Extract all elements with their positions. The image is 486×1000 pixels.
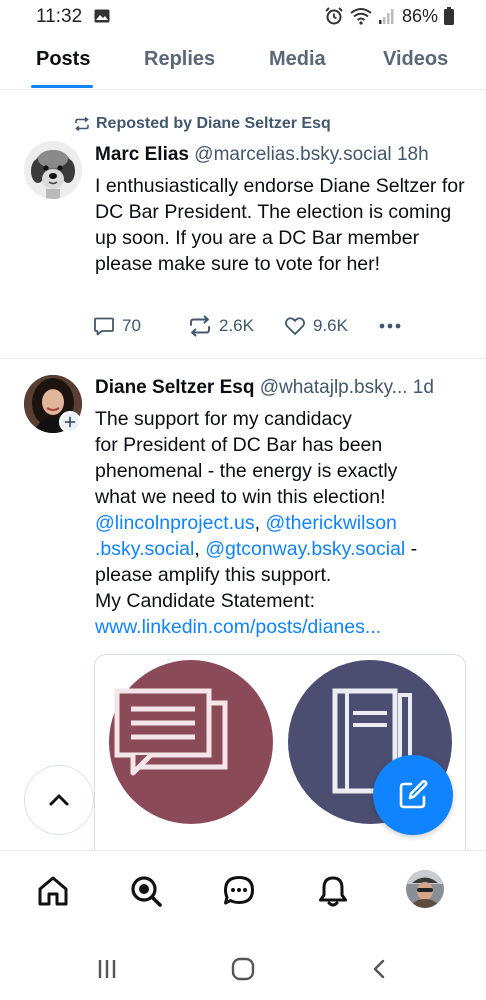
post-author: Diane Seltzer Esq @whatajlp.bsky... 1d [95, 377, 434, 399]
avatar[interactable] [24, 141, 82, 199]
author-handle[interactable]: @marcelias.bsky.social [194, 144, 391, 165]
wifi-icon [350, 8, 372, 25]
post-text-line: what we need to win this election! [95, 486, 386, 508]
mention-link[interactable]: @gtconway.bsky.social [205, 538, 405, 560]
nav-search[interactable] [126, 871, 166, 911]
tab-media[interactable]: Media [269, 48, 326, 71]
nav-notifications[interactable] [313, 871, 353, 911]
post-text-line: for President of DC Bar has been [95, 434, 383, 456]
recent-apps-button[interactable] [92, 954, 122, 984]
repost-label: Reposted by Diane Seltzer Esq [96, 115, 331, 132]
feed-post[interactable]: Reposted by Diane Seltzer Esq Marc Elias… [0, 93, 486, 359]
status-bar: 11:32 86% [0, 0, 486, 34]
dog-avatar-image [24, 141, 82, 199]
compose-post-button[interactable] [373, 755, 453, 835]
home-circle-icon [231, 957, 255, 981]
post-text-line: phenomenal - the energy is exactly [95, 460, 398, 482]
post-text-line: My Candidate Statement: [95, 590, 316, 612]
nav-chat[interactable] [219, 871, 259, 911]
post-text: The support for my candidacy for Preside… [95, 406, 470, 640]
repost-indicator: Reposted by Diane Seltzer Esq [74, 115, 331, 133]
profile-tabs: Posts Replies Media Videos [0, 34, 486, 90]
profile-avatar-icon [406, 870, 444, 908]
reply-count: 70 [122, 316, 141, 335]
heart-icon [285, 317, 305, 335]
repost-count: 2.6K [219, 316, 254, 335]
more-options-button[interactable] [377, 317, 403, 335]
battery-percent: 86% [401, 5, 438, 26]
reply-icon [94, 317, 114, 336]
bell-icon [319, 876, 347, 907]
tab-videos[interactable]: Videos [383, 48, 448, 71]
author-name[interactable]: Diane Seltzer Esq [95, 377, 254, 398]
recent-apps-icon [98, 960, 116, 978]
chat-icon [224, 876, 254, 905]
post-timestamp[interactable]: 1d [413, 377, 434, 398]
alarm-icon [325, 7, 343, 25]
home-icon [38, 876, 68, 906]
follow-badge[interactable] [59, 411, 81, 433]
post-timestamp[interactable]: 18h [397, 144, 429, 165]
author-handle[interactable]: @whatajlp.bsky... [260, 377, 408, 398]
battery-icon [444, 7, 454, 25]
mention-link-continued[interactable]: .bsky.social [95, 538, 194, 560]
post-text-line: please amplify this support. [95, 564, 332, 586]
gallery-icon [94, 9, 110, 23]
chevron-up-icon [49, 794, 69, 806]
post-text-line: @lincolnproject.us, @therickwilson [95, 510, 470, 536]
repost-icon [190, 315, 210, 337]
home-system-button[interactable] [228, 954, 258, 984]
post-text-fragment: , [254, 512, 266, 534]
search-icon [131, 876, 162, 907]
plus-icon [64, 416, 76, 428]
back-chevron-icon [373, 959, 385, 979]
post-actions: 70 2.6K 9.6K [93, 315, 413, 339]
bottom-navigation [0, 850, 486, 936]
scroll-to-top-button[interactable] [24, 765, 94, 835]
author-name[interactable]: Marc Elias [95, 144, 189, 165]
reply-button[interactable]: 70 [93, 315, 141, 337]
active-tab-indicator [31, 85, 93, 88]
nav-home[interactable] [33, 871, 73, 911]
like-button[interactable]: 9.6K [284, 315, 348, 337]
back-button[interactable] [364, 954, 394, 984]
status-time: 11:32 [36, 6, 83, 27]
repost-button[interactable]: 2.6K [188, 315, 254, 337]
post-text-line: The support for my candidacy [95, 408, 352, 430]
more-icon [379, 323, 401, 329]
tab-replies[interactable]: Replies [144, 48, 215, 71]
nav-profile[interactable] [406, 870, 444, 908]
post-text-fragment: , [194, 538, 206, 560]
system-navigation-bar [0, 936, 486, 1000]
mention-link[interactable]: @lincolnproject.us [95, 512, 255, 534]
post-text: I enthusiastically endorse Diane Seltzer… [95, 175, 465, 275]
external-link[interactable]: www.linkedin.com/posts/dianes... [95, 616, 381, 638]
post-text-line: .bsky.social, @gtconway.bsky.social - [95, 536, 470, 562]
post-author: Marc Elias @marcelias.bsky.social 18h [95, 144, 429, 166]
status-icons: 86% [324, 5, 454, 27]
post-text-line: www.linkedin.com/posts/dianes... [95, 614, 470, 640]
tab-posts[interactable]: Posts [36, 48, 90, 71]
like-count: 9.6K [313, 316, 348, 335]
mention-link[interactable]: @therickwilson [265, 512, 396, 534]
compose-icon [399, 779, 428, 809]
repost-icon [75, 117, 89, 131]
post-text-fragment: - [405, 538, 418, 560]
signal-icon [378, 9, 394, 24]
